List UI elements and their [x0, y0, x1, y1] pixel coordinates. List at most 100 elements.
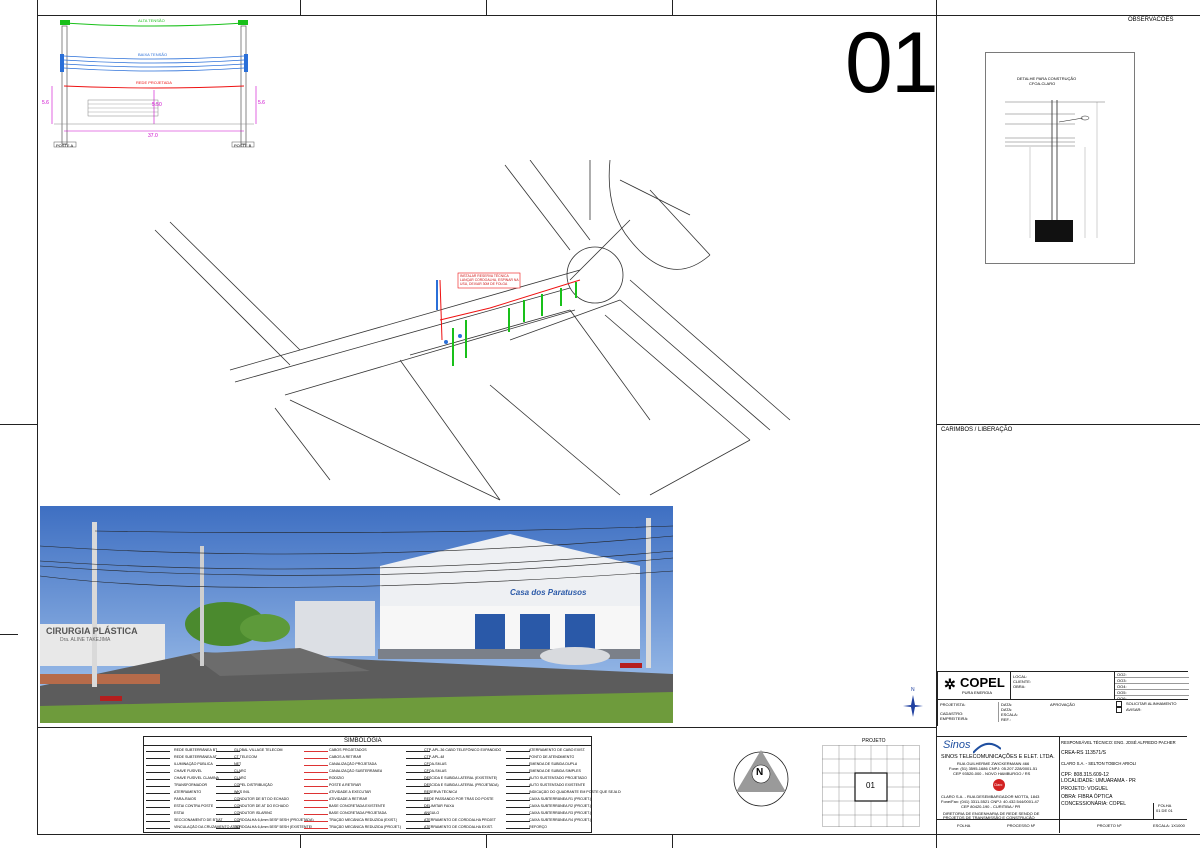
legend-item: PONTO DE ATENDIMENTO [529, 755, 575, 759]
observacoes-title: OBSERVACOES [1128, 17, 1174, 23]
dim-height-left: 5.6 [42, 100, 49, 106]
copel-row-labels: PROJETISTA: CADASTRO: EMPREITEIRA: [940, 702, 968, 721]
legend-item: CORDOALHA 6,4mm 5ESF 5ESH (PROJETADA) [234, 818, 314, 822]
legend-item: TRANSFORMADOR [174, 783, 208, 787]
legend-symbol-icon [506, 755, 530, 759]
street-photo: CIRURGIA PLÁSTICA Dra. ALINE TAKEJIMA Ca… [40, 506, 673, 723]
frame-bottom-divider [37, 727, 937, 728]
label-post-left: POSTE A [56, 143, 74, 148]
sheet-number: 01 [845, 15, 939, 111]
legend-item: CABOS PROJETADOS [329, 748, 367, 752]
legend-item: ATERRAMENTO DE CORDOALHA PROJET [424, 818, 496, 822]
legend-item: CONDUTOR ISLARINO [234, 811, 273, 815]
top-tick-2 [486, 0, 487, 15]
legend-symbol-icon [506, 769, 530, 773]
copel-logo-text: COPEL [960, 675, 1005, 690]
legend-item: ESTAI [174, 811, 185, 815]
legend-item: TRAÇÃO MECÂNICA REDUZIDA (EXIST.) [329, 818, 398, 822]
legend-symbol-icon [146, 783, 170, 787]
legend-item: CAIXA SUBTERRÂNEA R2 (PROJET.) [529, 804, 592, 808]
sinos-folha-value: 01 DE 01 [1156, 808, 1173, 813]
label-post-right: POSTE B [234, 143, 252, 148]
map-callout: INSTALAR RESERVA TÉCNICA LANÇAR CORDOALH… [460, 274, 520, 286]
copel-checks: SOLICITAR ALINHAMENTO AVISAR: [1116, 701, 1177, 713]
label-rede-projetada: REDE PROJETADA [136, 80, 172, 85]
sinos-cliente: CLARO S.A. - SELTON TOBICH ARIOLI [1061, 761, 1137, 766]
north-arrow-small-letter: N [911, 687, 915, 693]
sinos-escala: ESCALA: 1X1000 [1153, 823, 1185, 828]
legend-symbol-icon [506, 811, 530, 815]
legend-symbol-icon [304, 762, 328, 766]
sinos-folha-label: FOLHA [957, 823, 971, 828]
copel-stamp: ✲ COPEL PURA ENERGIA LOCAL: CLIENTE: OBR… [937, 671, 1189, 726]
sinos-obra: OBRA: FIBRA ÓPTICA [1061, 794, 1113, 800]
sinos-address-3: CEP 93520-000 - NOVO HAMBURGO / RS [953, 771, 1031, 776]
compass-rose: N [730, 748, 792, 810]
legend-symbol-icon [304, 783, 328, 787]
legend-symbol-icon [506, 825, 530, 829]
legend-symbol-icon [304, 797, 328, 801]
sinos-crea: CREA-RS 113571/S [1061, 750, 1106, 756]
legend-symbol-icon [304, 811, 328, 815]
legend-item: ATERRAMENTO [174, 790, 202, 794]
projeto-grid: 01 [822, 745, 920, 827]
sinos-localidade: LOCALIDADE: UMUARAMA - PR [1061, 778, 1136, 784]
legend-symbol-icon [146, 804, 170, 808]
copel-check-2-label: AVISAR: [1126, 707, 1142, 713]
right-tick-1 [1180, 424, 1200, 425]
claro-line-3: CEP 80420-190 - CURITIBA / PR [961, 804, 1021, 809]
legend-symbol-icon [506, 776, 530, 780]
legend-symbol-icon [146, 769, 170, 773]
copel-row-labels-2: DATA: DATA: ESCALA: REF.: [998, 702, 1018, 722]
legend-item: CFOA-SM-AS [424, 762, 447, 766]
legend-item: CAIXA SUBTERRÂNEA R1 (PROJET.) [529, 797, 592, 801]
legend-item: COPEL DISTRIBUIÇÃO [234, 783, 273, 787]
left-tick-2 [0, 634, 18, 635]
photo-sign-title: CIRURGIA PLÁSTICA [46, 626, 138, 636]
sinos-left: Sinos SINOS TELECOMUNICAÇÕES E ELET. LTD… [937, 737, 1187, 833]
legend-symbol-icon [506, 818, 530, 822]
sinos-processo-label: PROCESSO Nº [1007, 823, 1036, 828]
label-baixa-tensao: BAIXA TENSÃO [138, 52, 168, 57]
bottom-tick-1 [300, 835, 301, 848]
top-tick-1 [300, 0, 301, 15]
legend-symbol-icon [506, 783, 530, 787]
copel-fields-left: LOCAL: CLIENTE: OBRA: [1013, 674, 1031, 689]
legend-item: ILUMINAÇÃO PÚBLICA [174, 762, 213, 766]
legend-item: POSTE A RETIRAR [329, 783, 361, 787]
legend-item: ATERRAMENTO DE CORDOALHA EXIST. [424, 825, 493, 829]
legend-item: REFORÇO [529, 825, 547, 829]
legend-item: CHAVE FUSÍVEL [174, 769, 203, 773]
legend-item: ATERRAMENTO DE CABO EXIST. [529, 748, 586, 752]
sinos-logo: Sinos [943, 739, 971, 751]
sinos-folha-box: FOLHA 01 DE 01 [1153, 803, 1188, 819]
copel-empreiteira: EMPREITEIRA: [940, 716, 969, 721]
legend-symbol-icon [146, 748, 170, 752]
legend-symbol-icon [304, 748, 328, 752]
frame-bottom [37, 834, 1200, 835]
map-callout-line-3: USU, DEIXAR 30M DE FOLGA [460, 282, 508, 286]
legend-box: SIMBOLOGIA REDE SUBTERRÂNEA BT REDE SUBTE… [143, 736, 621, 833]
sinos-projeto: PROJETO: VOGUEL [1061, 786, 1109, 792]
left-tick-1 [0, 424, 37, 425]
dim-height-center: 5.50 [152, 102, 162, 108]
legend-item: REDE SUBTERRÂNEA BT [174, 748, 218, 752]
legend-item: BASE CONCRETADA EXISTENTE [329, 804, 386, 808]
claro-badge: Claro [993, 779, 1005, 791]
detail-title-2: CFOA-CLARO [1029, 81, 1056, 86]
sinos-projeto-label: PROJETO Nº [1097, 823, 1122, 828]
legend-title: SIMBOLOGIA [344, 738, 382, 744]
legend-symbol-icon [304, 776, 328, 780]
legend-item: CANALIZAÇÃO SUBTERRÂNEA [329, 769, 383, 773]
legend-item: AUTO SUSTENTADO EXISTENTE [529, 783, 586, 787]
legend-item: RODÍZIO [329, 776, 344, 780]
legend-symbol-icon [146, 818, 170, 822]
legend-item: DELIMITAR FAIXA [424, 804, 455, 808]
sinos-footer-rule [937, 819, 1187, 820]
checkbox-icon[interactable] [1116, 707, 1122, 713]
sinos-responsavel: RESPONSÁVEL TÉCNICO: ENG. JOSÉ ALFREDO P… [1061, 740, 1176, 745]
legend-item: TRAÇÃO MECÂNICA REDUZIDA (PROJET.) [329, 825, 402, 829]
legend-item: DESCIDA E SUBIDA LATERAL (EXISTENTE) [424, 776, 498, 780]
sinos-swoosh-icon [973, 742, 1001, 754]
legend-symbol-icon [146, 776, 170, 780]
